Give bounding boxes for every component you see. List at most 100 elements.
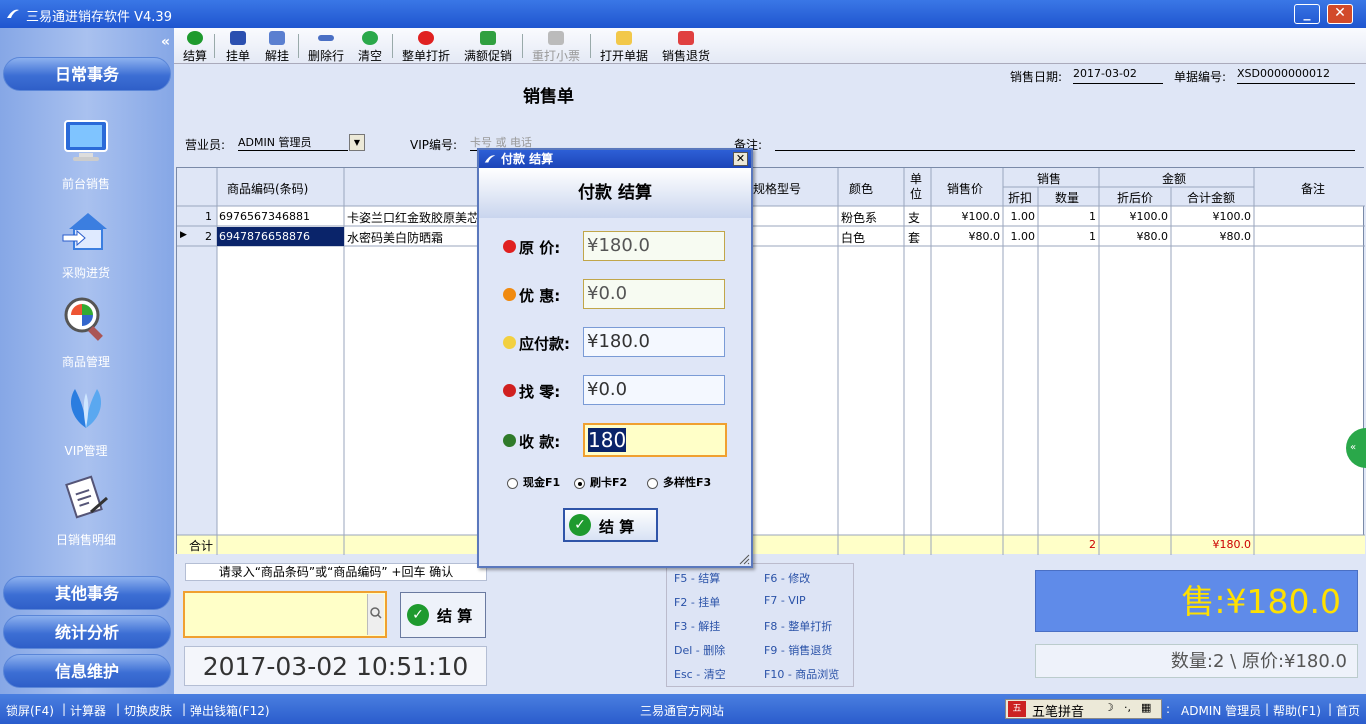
home-link[interactable]: 首页 [1336, 702, 1360, 719]
header-unit: 单位 [910, 172, 923, 201]
section-daily[interactable]: 日常事务 [3, 57, 171, 91]
clear-tool-button[interactable]: 清空 [356, 30, 384, 63]
original-price-label: 原 价: [519, 239, 561, 257]
date-field[interactable]: 2017-03-02 [1073, 67, 1163, 84]
header-color: 颜色 [849, 182, 874, 196]
shortcut-item: F8 - 整单打折 [764, 620, 833, 633]
orange-icon [503, 288, 516, 301]
apple-icon [503, 384, 516, 397]
dialog-heading: 付款 结算 [479, 168, 751, 218]
nav-item-purchase[interactable]: 采购进货 [36, 205, 136, 281]
shortcut-item: F2 - 挂单 [674, 596, 721, 609]
current-user: ADMIN 管理员 [1181, 704, 1262, 718]
pay-cash-radio[interactable]: 现金F1 [507, 474, 560, 490]
discount-tool-button[interactable]: 整单打折 [400, 30, 452, 63]
tool-label: 重打小票 [531, 49, 580, 63]
clock-display: 2017-03-02 10:51:10 [184, 646, 487, 686]
settle-button[interactable]: ✓ 结 算 [400, 592, 486, 638]
header-after: 折后价 [1117, 191, 1154, 205]
lock-screen-link[interactable]: 锁屏(F4) [6, 702, 54, 719]
checkout-tool-button[interactable]: 结算 [181, 30, 209, 63]
switch-skin-link[interactable]: 切换皮肤 [124, 702, 172, 719]
discount-field[interactable]: ¥0.0 [583, 279, 725, 309]
pay-card-radio[interactable]: 刷卡F2 [574, 474, 627, 490]
status-bar: 锁屏(F4) | 计算器 | 切换皮肤 | 弹出钱箱(F12) 三易通官方网站 … [0, 694, 1366, 724]
pay-cash-label: 现金F1 [523, 476, 561, 489]
delete-row-tool-button[interactable]: 删除行 [306, 30, 346, 63]
nav-item-label: 商品管理 [61, 355, 110, 369]
title-bar: 三易通进销存软件 V4.39 _ ✕ [0, 0, 1366, 28]
close-button[interactable]: ✕ [1327, 4, 1353, 24]
discount-row: 优 惠: ¥0.0 [499, 279, 739, 311]
shortcut-panel: F5 - 结算 F6 - 修改 F2 - 挂单 F7 - VIP F3 - 解挂… [666, 563, 854, 687]
shortcut-item: F3 - 解挂 [674, 620, 721, 633]
monitor-icon [64, 120, 108, 161]
help-link[interactable]: 帮助(F1) [1273, 702, 1321, 719]
payable-label: 应付款: [519, 335, 570, 353]
section-info[interactable]: 信息维护 [3, 654, 171, 688]
moon-icon: ☽ [1104, 701, 1114, 714]
header-spec: 规格型号 [753, 182, 802, 196]
return-icon [678, 31, 694, 45]
date-label: 销售日期: [1010, 70, 1063, 84]
header-total: 合计金额 [1187, 191, 1236, 205]
nav-item-daily-detail[interactable]: 日销售明细 [36, 472, 136, 548]
clerk-select[interactable]: ADMIN 管理员 [238, 134, 348, 151]
original-price-row: 原 价: ¥180.0 [499, 231, 739, 263]
input-hint: 请录入“商品条码”或“商品编码” +回车 确认 [185, 563, 487, 581]
minimize-button[interactable]: _ [1294, 4, 1320, 24]
footer-total: ¥180.0 [1212, 538, 1252, 551]
dialog-settle-button[interactable]: ✓ 结 算 [563, 508, 658, 542]
nav-item-products[interactable]: 商品管理 [36, 294, 136, 370]
search-icon[interactable] [367, 594, 384, 635]
cash-drawer-link[interactable]: 弹出钱箱(F12) [190, 702, 270, 719]
header-remark: 备注 [1301, 182, 1326, 196]
window-title: 三易通进销存软件 V4.39 [26, 10, 172, 25]
ime-bar[interactable]: 五 五笔拼音 ☽ ·, ▦ [1005, 699, 1162, 720]
return-tool-button[interactable]: 销售退货 [660, 30, 712, 63]
dialog-close-button[interactable]: ✕ [733, 152, 748, 166]
resize-grip-icon[interactable] [738, 553, 750, 565]
note-input[interactable] [775, 134, 1355, 151]
tool-label: 解挂 [264, 49, 289, 63]
chevron-down-icon[interactable]: ▼ [349, 134, 365, 151]
shortcut-item: F9 - 销售退货 [764, 644, 833, 657]
promo-tool-button[interactable]: 满额促销 [462, 30, 514, 63]
pay-multi-radio[interactable]: 多样性F3 [647, 474, 711, 490]
row-discount: 1.00 [1010, 230, 1036, 243]
official-site-link[interactable]: 三易通官方网站 [640, 702, 724, 719]
receipt-no-field: XSD0000000012 [1237, 67, 1355, 84]
dialog-settle-label: 结 算 [599, 518, 635, 536]
row-name: 水密码美白防晒霜 [347, 231, 444, 245]
header-amount: 金额 [1162, 172, 1187, 186]
row-unit: 支 [908, 211, 921, 225]
row-total: ¥100.0 [1212, 210, 1252, 223]
house-arrow-icon [62, 213, 107, 250]
section-other[interactable]: 其他事务 [3, 576, 171, 610]
melon-icon [503, 434, 516, 447]
barcode-input[interactable] [183, 591, 387, 638]
receipt-no-label: 单据编号: [1174, 70, 1227, 84]
row-after: ¥80.0 [1136, 230, 1169, 243]
reprint-tool-button[interactable]: 重打小票 [530, 30, 582, 63]
row-total: ¥80.0 [1219, 230, 1252, 243]
sales-table: 商品编码(条码) 规格型号 颜色 单位 销售价 销售 折扣 数量 金额 折后价 … [176, 167, 1365, 555]
collapse-icon[interactable]: « [161, 34, 170, 50]
open-receipt-tool-button[interactable]: 打开单据 [598, 30, 650, 63]
unhold-tool-button[interactable]: 解挂 [263, 30, 291, 63]
payment-dialog: 付款 结算 ✕ 付款 结算 原 价: ¥180.0 优 惠: ¥0.0 应付款:… [477, 148, 753, 568]
delete-row-icon [318, 35, 334, 41]
gift-icon [480, 31, 496, 45]
calculator-link[interactable]: 计算器 [70, 702, 106, 719]
nav-item-front-sales[interactable]: 前台销售 [36, 116, 136, 192]
received-field[interactable]: 180 [583, 423, 727, 457]
nav-item-vip[interactable]: VIP管理 [36, 383, 136, 459]
row-price: ¥100.0 [961, 210, 1001, 223]
section-stats[interactable]: 统计分析 [3, 615, 171, 649]
tool-label: 整单打折 [401, 49, 450, 63]
save-icon [230, 31, 246, 45]
tool-label: 销售退货 [661, 49, 710, 63]
dialog-title: 付款 结算 [501, 152, 554, 166]
hold-tool-button[interactable]: 挂单 [224, 30, 252, 63]
row-after: ¥100.0 [1129, 210, 1169, 223]
